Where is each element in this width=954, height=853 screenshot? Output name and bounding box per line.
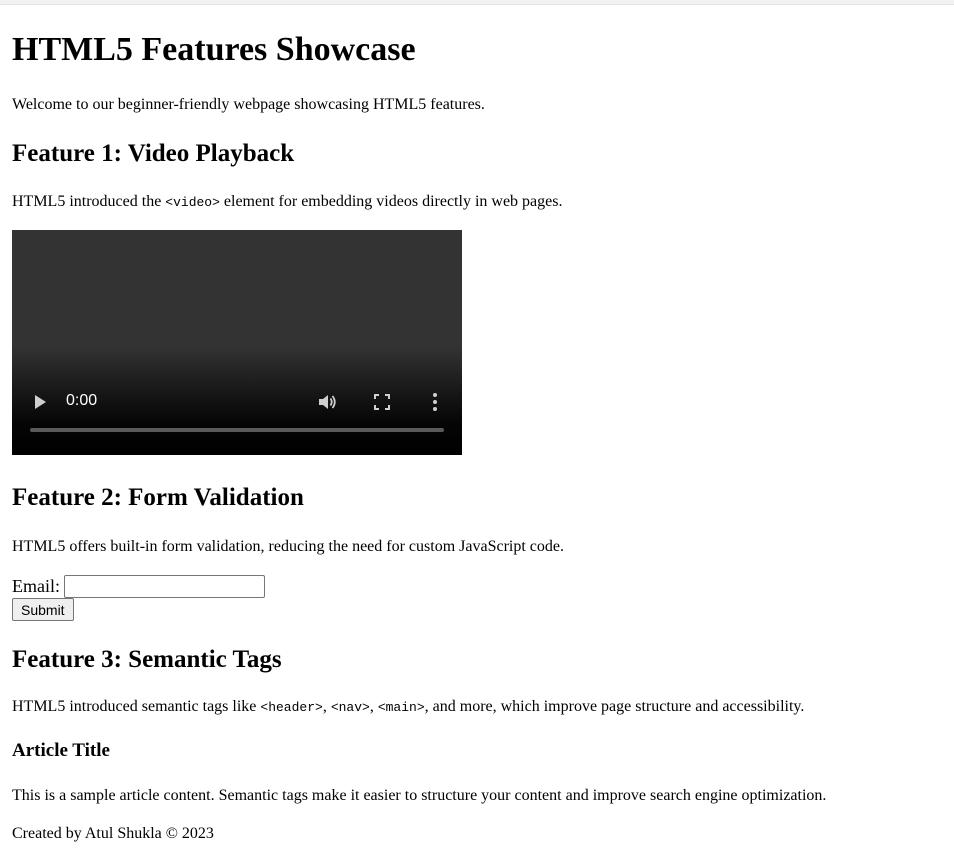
play-icon[interactable] xyxy=(35,395,46,409)
nav-tag-code: <nav> xyxy=(330,700,370,715)
video-player[interactable]: 0:00 xyxy=(12,230,462,455)
feature1-heading: Feature 1: Video Playback xyxy=(12,140,295,167)
feature2-heading: Feature 2: Form Validation xyxy=(12,484,304,511)
feature3-text-before: HTML5 introduced semantic tags like xyxy=(12,698,261,715)
video-time: 0:00 xyxy=(66,392,98,409)
video-tag-code: <video> xyxy=(165,195,220,210)
feature1-description: HTML5 introduced the <video> element for… xyxy=(12,192,562,213)
feature3-text-after: , and more, which improve page structure… xyxy=(424,698,805,715)
submit-button[interactable]: Submit xyxy=(12,598,74,621)
fullscreen-icon[interactable] xyxy=(373,393,391,411)
main-tag-code: <main> xyxy=(377,700,425,715)
feature3-separator: , xyxy=(369,698,378,715)
more-options-icon[interactable] xyxy=(432,391,438,413)
article-title: Article Title xyxy=(12,740,110,761)
volume-icon[interactable] xyxy=(316,391,338,413)
feature3-heading: Feature 3: Semantic Tags xyxy=(12,646,282,673)
footer-text: Created by Atul Shukla © 2023 xyxy=(12,825,214,842)
feature3-separator: , xyxy=(322,698,331,715)
feature3-description: HTML5 introduced semantic tags like <hea… xyxy=(12,697,804,718)
feature2-description: HTML5 offers built-in form validation, r… xyxy=(12,538,564,555)
feature1-text-before: HTML5 introduced the xyxy=(12,193,166,210)
email-label: Email: xyxy=(12,576,60,596)
feature1-text-after: element for embedding videos directly in… xyxy=(219,193,563,210)
email-field[interactable] xyxy=(64,575,265,598)
intro-text: Welcome to our beginner-friendly webpage… xyxy=(12,96,485,113)
header-tag-code: <header> xyxy=(260,700,323,715)
page-title: HTML5 Features Showcase xyxy=(12,31,416,68)
browser-top-edge xyxy=(0,0,954,5)
video-progress-bar[interactable] xyxy=(30,428,444,432)
article-content: This is a sample article content. Semant… xyxy=(12,787,827,804)
